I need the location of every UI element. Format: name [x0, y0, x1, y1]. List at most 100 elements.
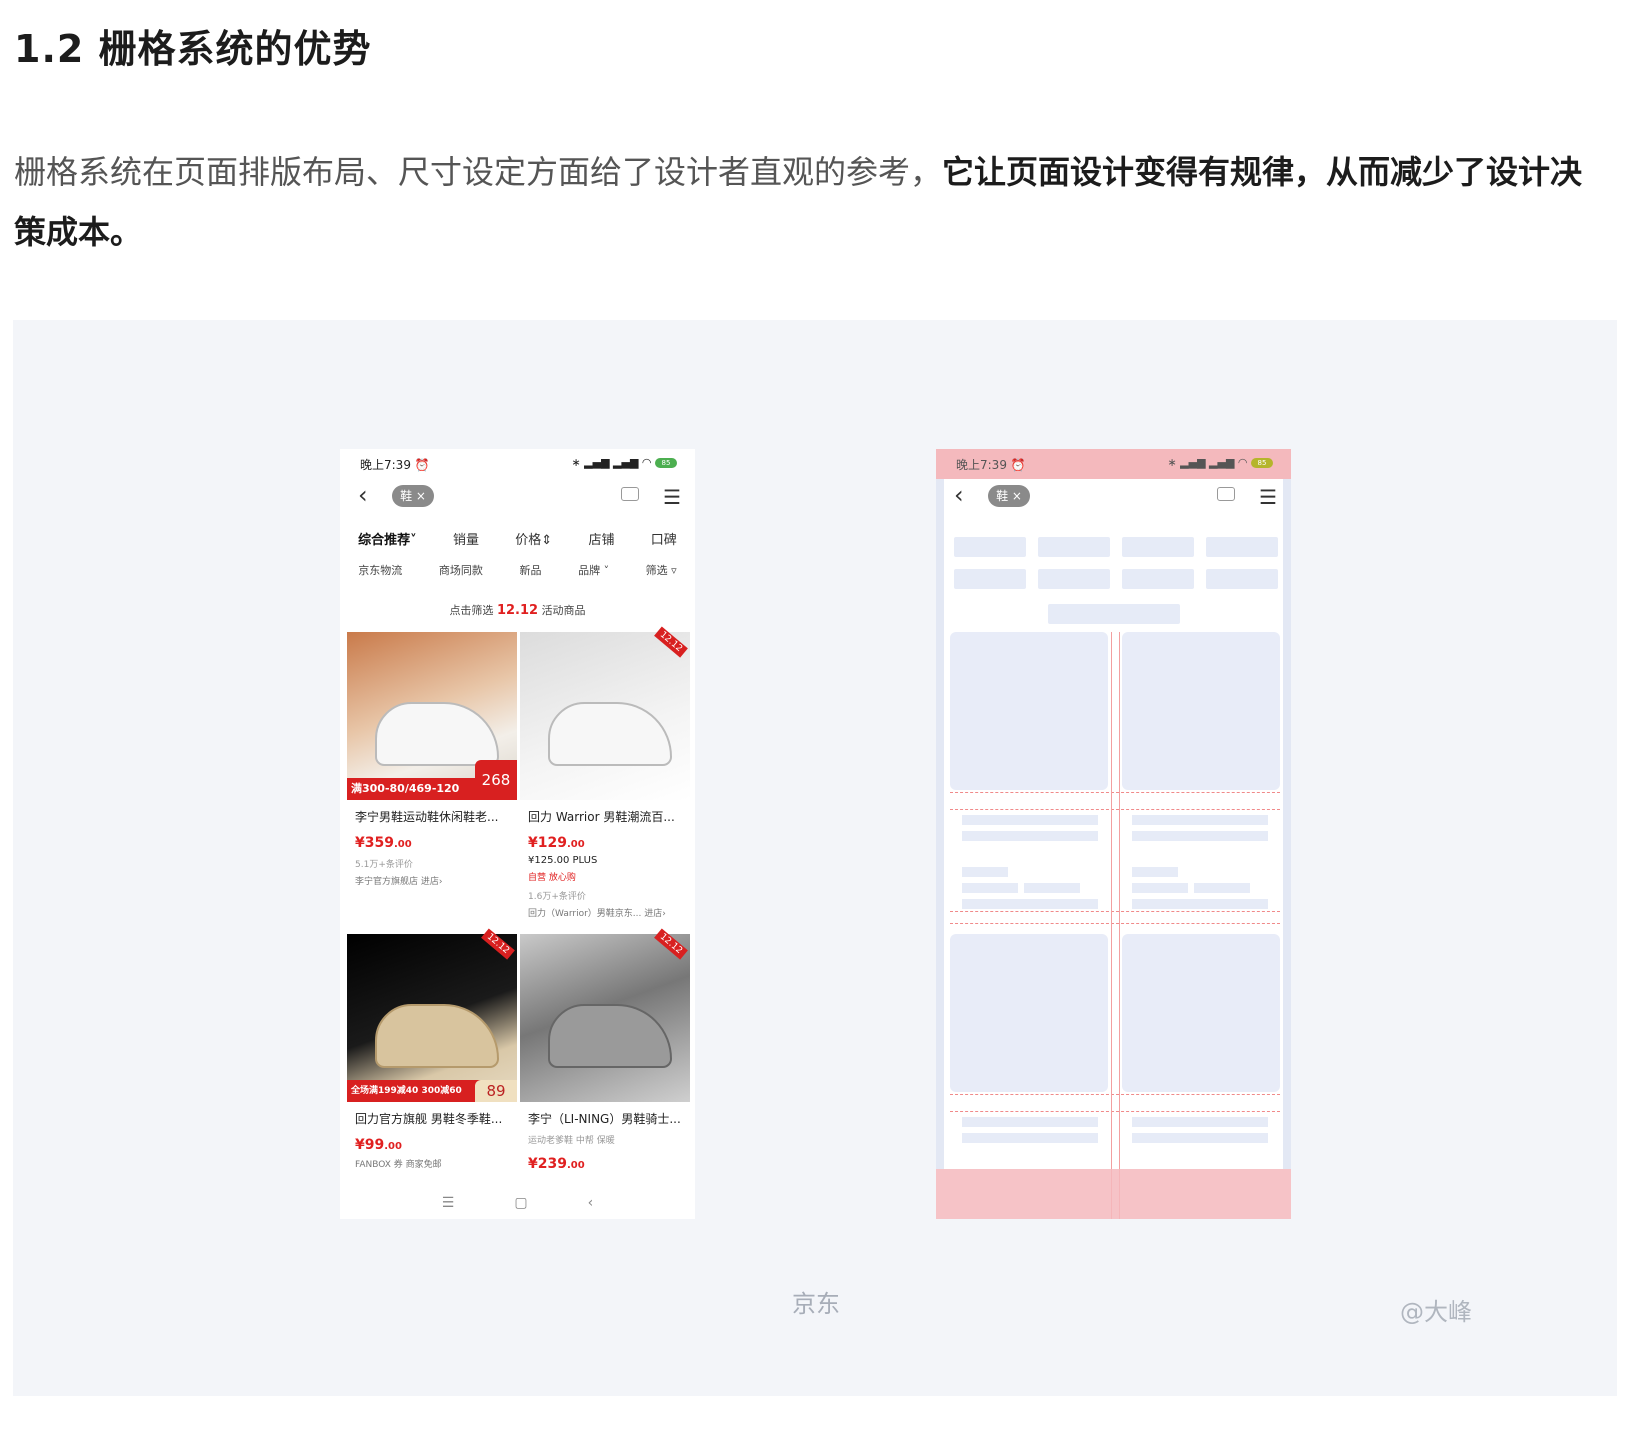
filter-placeholder	[1206, 569, 1278, 589]
text-placeholder	[1132, 831, 1268, 841]
review-count: 1.6万+条评价	[528, 892, 586, 902]
image-placeholder	[1122, 934, 1280, 1092]
status-icons: ∗ ▂▄▆ ▂▄▆ ◠ 85	[1167, 456, 1273, 469]
gutter-guide	[1119, 632, 1120, 1219]
plus-price: ¥125.00 PLUS	[528, 855, 598, 866]
signal-icon: ∗ ▂▄▆ ▂▄▆ ◠	[1167, 456, 1248, 469]
shoe-image	[375, 1004, 499, 1068]
filter-placeholder	[1038, 569, 1110, 589]
product-card[interactable]: 12.12 回力 Warrior 男鞋潮流百... ¥129.00 ¥125.0…	[520, 626, 690, 919]
menu-icon: ☰	[1259, 485, 1277, 509]
promo-prefix: 点击筛选	[449, 604, 494, 617]
text-placeholder	[1132, 883, 1188, 893]
product-image: 满300-80/469-120 268	[347, 632, 517, 800]
tab-comprehensive[interactable]: 综合推荐˅	[358, 529, 417, 553]
text-placeholder	[962, 899, 1098, 909]
filter-placeholder	[1122, 569, 1194, 589]
home-icon[interactable]: ▢	[514, 1195, 527, 1211]
shoe-image	[548, 702, 672, 766]
filter-more[interactable]: 筛选 ▿	[646, 562, 677, 582]
shoe-image	[375, 702, 499, 766]
author-watermark: @大峰	[1400, 1298, 1472, 1326]
text-placeholder	[1132, 815, 1268, 825]
nav-bar: ‹ 鞋 × ☰	[340, 479, 695, 515]
product-price: ¥129.00	[528, 835, 690, 851]
grid-wireframe: 晚上7:39 ⏰ ∗ ▂▄▆ ▂▄▆ ◠ 85 ‹ 鞋 × ☰	[936, 449, 1291, 1219]
product-price: ¥359.00	[355, 835, 517, 851]
tab-sales[interactable]: 销量	[453, 529, 479, 553]
product-title: 回力 Warrior 男鞋潮流百...	[528, 810, 675, 824]
text-placeholder	[1132, 867, 1178, 877]
price-int: ¥129	[528, 835, 567, 851]
filter-mall[interactable]: 商场同款	[439, 562, 483, 582]
text-placeholder	[962, 867, 1008, 877]
tab-store[interactable]: 店铺	[588, 529, 614, 553]
grid-guide	[950, 792, 1280, 793]
left-margin	[936, 479, 944, 1169]
text-placeholder	[1024, 883, 1080, 893]
image-placeholder	[950, 632, 1108, 790]
image-placeholder	[950, 934, 1108, 1092]
wireframe-status-bar: 晚上7:39 ⏰ ∗ ▂▄▆ ▂▄▆ ◠ 85	[936, 449, 1291, 479]
text-placeholder	[962, 815, 1098, 825]
product-tags: 运动老爹鞋 中帮 保暖	[528, 1136, 615, 1146]
price-int: ¥239	[528, 1156, 567, 1172]
shoe-image	[548, 1004, 672, 1068]
text-placeholder	[1132, 1133, 1268, 1143]
back-nav-icon[interactable]: ‹	[588, 1195, 594, 1211]
signal-icon: ∗ ▂▄▆ ▂▄▆ ◠	[571, 456, 652, 469]
product-card[interactable]: 12.12 全场满199减40 300减60 89 回力官方旗舰 男鞋冬季鞋..…	[347, 928, 517, 1170]
menu-icon[interactable]: ☰	[663, 485, 681, 509]
product-price: ¥99.00	[355, 1137, 517, 1153]
grid-guide	[950, 1094, 1280, 1095]
price-int: ¥359	[355, 835, 394, 851]
sale-ribbon: 12.12	[481, 928, 515, 960]
text-placeholder	[1132, 899, 1268, 909]
product-card[interactable]: 满300-80/469-120 268 李宁男鞋运动鞋休闲鞋老... ¥359.…	[347, 632, 517, 887]
price-dec: .00	[384, 1141, 402, 1152]
product-tags: FANBOX 券 商家免邮	[355, 1160, 442, 1170]
filter-jd-logistics[interactable]: 京东物流	[358, 562, 402, 582]
status-bar: 晚上7:39 ⏰ ∗ ▂▄▆ ▂▄▆ ◠ 85	[340, 449, 695, 479]
filter-placeholder	[954, 569, 1026, 589]
tab-reputation[interactable]: 口碑	[651, 529, 677, 553]
price-dec: .00	[393, 839, 412, 850]
paragraph-normal: 栅格系统在页面排版布局、尺寸设定方面给了设计者直观的参考，	[14, 153, 943, 191]
filter-brand[interactable]: 品牌 ˅	[578, 562, 609, 582]
caption-jd: 京东	[792, 1290, 840, 1318]
store-link[interactable]: 回力（Warrior）男鞋京东... 进店›	[528, 906, 690, 919]
camera-icon[interactable]	[621, 487, 639, 501]
promo-placeholder	[1048, 604, 1180, 624]
image-placeholder	[1122, 632, 1280, 790]
tab-placeholder	[954, 537, 1026, 557]
tab-placeholder	[1122, 537, 1194, 557]
product-card[interactable]: 12.12 李宁（LI-NING）男鞋骑士... 运动老爹鞋 中帮 保暖 ¥23…	[520, 928, 690, 1172]
grid-guide	[950, 809, 1280, 810]
price-dec: .00	[566, 1160, 585, 1171]
product-image: 12.12	[520, 626, 690, 800]
text-placeholder	[962, 831, 1098, 841]
search-chip[interactable]: 鞋 ×	[392, 485, 434, 507]
grid-guide	[950, 911, 1280, 912]
nav-bar: ‹ 鞋 × ☰	[936, 479, 1291, 515]
status-icons: ∗ ▂▄▆ ▂▄▆ ◠ 85	[571, 456, 677, 469]
text-placeholder	[962, 1117, 1098, 1127]
right-margin	[1283, 479, 1291, 1169]
text-placeholder	[962, 1133, 1098, 1143]
search-chip: 鞋 ×	[988, 485, 1030, 507]
store-link[interactable]: 李宁官方旗舰店 进店›	[355, 874, 517, 887]
product-title: 李宁（LI-NING）男鞋骑士...	[528, 1112, 681, 1126]
recents-icon[interactable]: ☰	[442, 1195, 455, 1211]
back-icon[interactable]: ‹	[358, 481, 368, 509]
price-int: ¥99	[355, 1137, 385, 1153]
text-placeholder	[962, 883, 1018, 893]
sale-ribbon: 12.12	[654, 626, 688, 658]
filter-new[interactable]: 新品	[519, 562, 541, 582]
tab-placeholder	[1038, 537, 1110, 557]
promo-strip[interactable]: 点击筛选 12.12 活动商品	[340, 602, 695, 618]
grid-guide	[950, 923, 1280, 924]
price-badge: 268	[475, 760, 517, 800]
product-title: 回力官方旗舰 男鞋冬季鞋...	[355, 1112, 503, 1126]
price-dec: .00	[566, 839, 585, 850]
tab-price[interactable]: 价格⇕	[515, 529, 552, 553]
